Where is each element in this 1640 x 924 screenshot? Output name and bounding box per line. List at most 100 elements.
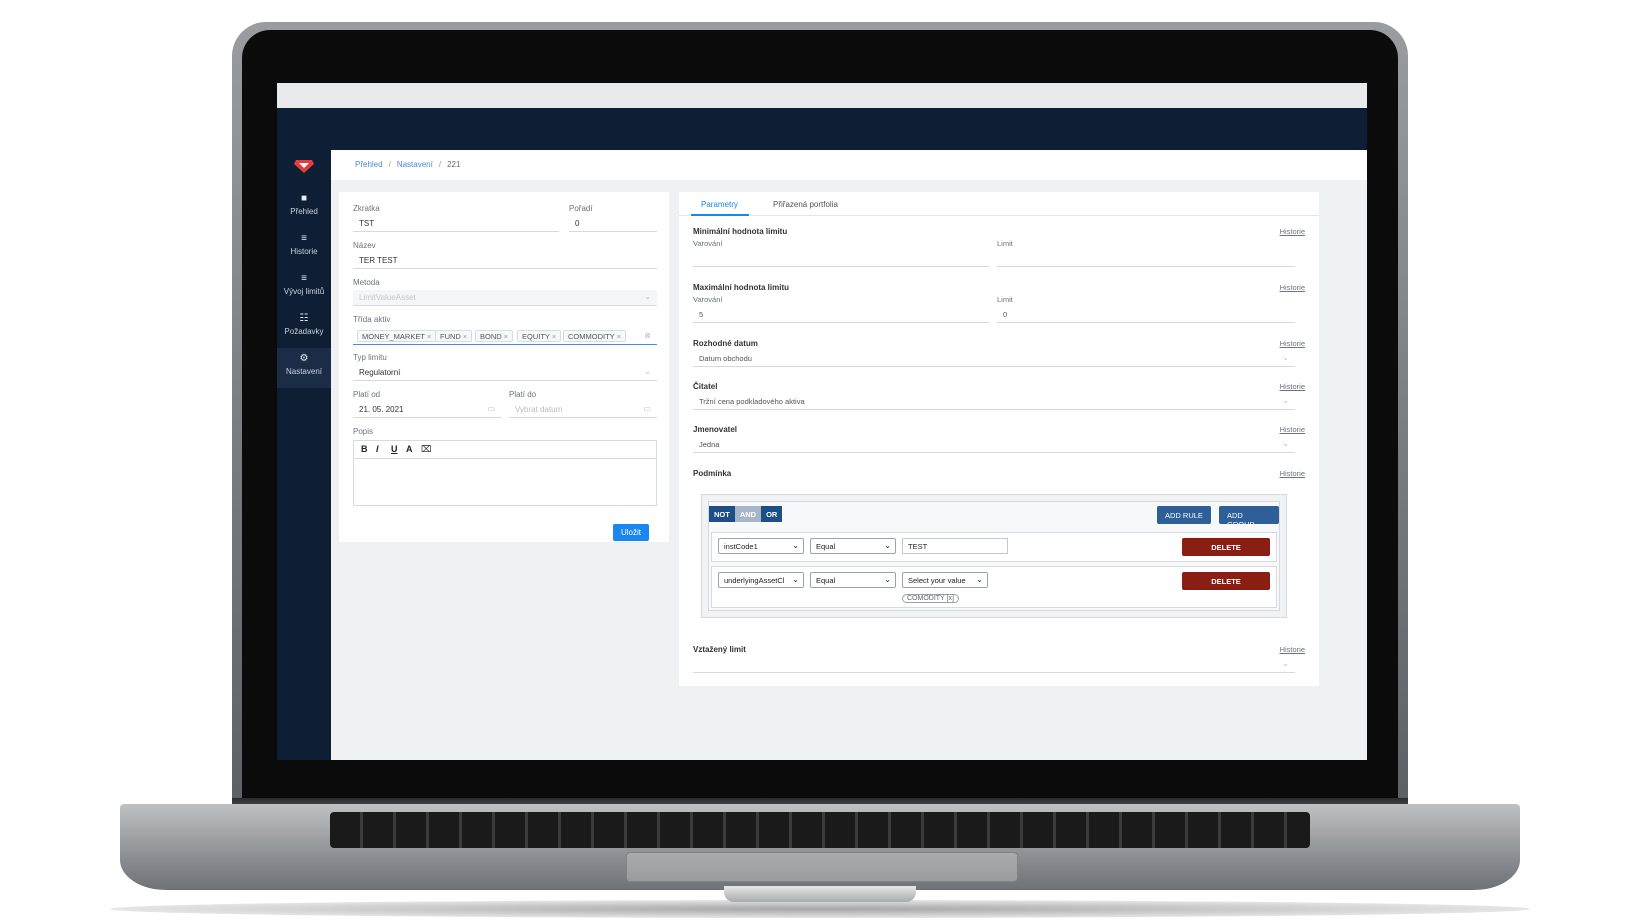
max-warn-input[interactable]: 5 — [693, 307, 989, 323]
clear-icon[interactable]: ⊗ — [644, 331, 651, 340]
plati-od-datepicker[interactable]: 21. 05. 2021 ▭ — [353, 402, 501, 418]
citatel-value: Tržní cena podkladového aktiva — [699, 397, 805, 406]
popis-rich-editor[interactable]: B I U A ⌧ — [353, 440, 657, 506]
value-tag-chip[interactable]: COMODITY [x] — [902, 594, 959, 603]
min-warn-input[interactable] — [693, 251, 989, 267]
rule-field-select[interactable]: underlyingAssetCl ⌄ — [718, 572, 804, 588]
rule-row: underlyingAssetCl ⌄ Equal ⌄ Select your va… — [711, 566, 1277, 608]
trida-aktiv-multiselect[interactable]: MONEY_MARKET × FUND × BOND × EQUITY × COMMOD… — [353, 327, 657, 345]
or-toggle[interactable]: OR — [761, 506, 783, 522]
tag-chip[interactable]: EQUITY × — [517, 330, 562, 342]
sidebar-item-vyvoj-limitu[interactable]: ≡ Vývoj limitů — [277, 268, 331, 308]
citatel-title: Čitatel — [693, 382, 718, 391]
breadcrumb: Přehled / Nastavení/221 — [331, 150, 1367, 180]
jmenovatel-history-link[interactable]: Historie — [1280, 425, 1305, 434]
bold-button[interactable]: B — [361, 444, 368, 454]
query-builder: NOT AND OR ADD RULE ADD GROUP instCode1 ⌄… — [701, 494, 1287, 618]
min-history-link[interactable]: Historie — [1280, 227, 1305, 236]
calendar-icon: ▭ — [487, 404, 495, 413]
clear-format-button[interactable]: ⌧ — [421, 444, 431, 455]
editor-toolbar: B I U A ⌧ — [354, 441, 656, 459]
plati-do-datepicker[interactable]: Vybrat datum ▭ — [509, 402, 657, 418]
metoda-value: LimitValueAsset — [359, 293, 416, 302]
min-section-title: Minimální hodnota limitu — [693, 227, 788, 236]
citatel-select[interactable]: Tržní cena podkladového aktiva ⌄ — [693, 394, 1295, 410]
jmenovatel-select[interactable]: Jedna ⌄ — [693, 437, 1295, 453]
chevron-down-icon: ⌄ — [1282, 396, 1289, 405]
sidebar-item-label: Nastavení — [285, 367, 323, 376]
rule-field-select[interactable]: instCode1 ⌄ — [718, 538, 804, 554]
list-icon: ≡ — [301, 273, 307, 284]
typ-limitu-select[interactable]: Regulatorní ⌄ — [353, 365, 657, 381]
italic-button[interactable]: I — [376, 444, 379, 454]
tag-chip[interactable]: BOND × — [475, 330, 514, 342]
delete-rule-button[interactable]: DELETE — [1182, 538, 1270, 556]
tag-chip[interactable]: COMMODITY × — [563, 330, 627, 342]
zkratka-input[interactable]: TST — [353, 216, 559, 232]
metoda-select: LimitValueAsset ⌄ — [353, 290, 657, 306]
rule-value-input[interactable]: TEST — [902, 538, 1008, 554]
tag-chip[interactable]: MONEY_MARKET × — [357, 330, 437, 342]
chevron-down-icon: ⌄ — [1282, 439, 1289, 448]
podminka-title: Podmínka — [693, 469, 732, 478]
and-toggle[interactable]: AND — [734, 506, 762, 522]
main-content: Přehled / Nastavení/221 Zkratka TST Pořadí… — [331, 150, 1367, 760]
sidebar-item-prehled[interactable]: ■ Přehled — [277, 188, 331, 228]
vztazeny-history-link[interactable]: Historie — [1280, 645, 1305, 654]
underline-button[interactable]: U — [391, 444, 398, 454]
max-limit-label: Limit — [997, 295, 1013, 304]
breadcrumb-link-nastaveni[interactable]: Nastavení — [397, 160, 433, 169]
min-limit-input[interactable] — [997, 251, 1295, 267]
delete-rule-button[interactable]: DELETE — [1182, 572, 1270, 590]
max-section-title: Maximální hodnota limitu — [693, 283, 790, 292]
podminka-history-link[interactable]: Historie — [1280, 469, 1305, 478]
max-history-link[interactable]: Historie — [1280, 283, 1305, 292]
logo-icon[interactable] — [293, 158, 315, 174]
rozhodne-datum-select[interactable]: Datum obchodu ⌄ — [693, 351, 1295, 367]
laptop-notch — [724, 886, 916, 902]
rule-operator-select[interactable]: Equal ⌄ — [810, 538, 896, 554]
sidebar-item-nastaveni[interactable]: ⚙ Nastavení — [277, 348, 331, 388]
tab-prirazena-portfolia[interactable]: Přiřazená portfolia — [773, 200, 838, 209]
sidebar-item-historie[interactable]: ≡ Historie — [277, 228, 331, 268]
add-rule-button[interactable]: ADD RULE — [1157, 506, 1211, 524]
tag-chip[interactable]: FUND × — [435, 330, 473, 342]
laptop-trackpad — [626, 852, 1018, 882]
chevron-down-icon: ⌄ — [884, 575, 891, 584]
top-nav-bar — [277, 108, 1367, 150]
chevron-down-icon: ⌄ — [1282, 659, 1289, 668]
max-warn-label: Varování — [693, 295, 723, 304]
vztazeny-limit-title: Vztažený limit — [693, 645, 746, 654]
close-icon: × — [503, 332, 509, 341]
sidebar-item-pozadavky[interactable]: ☷ Požadavky — [277, 308, 331, 348]
active-tab-indicator — [691, 214, 749, 216]
poradi-input[interactable]: 0 — [569, 216, 657, 232]
chevron-down-icon: ⌄ — [976, 575, 983, 584]
breadcrumb-link-prehled[interactable]: Přehled — [355, 160, 383, 169]
vztazeny-limit-select[interactable]: ⌄ — [693, 657, 1295, 673]
parameters-card: Parametry Přiřazená portfolia Minimální … — [679, 192, 1319, 686]
close-icon: × — [551, 332, 557, 341]
save-button[interactable]: Uložit — [613, 524, 649, 541]
laptop-keyboard — [330, 812, 1310, 848]
popis-label: Popis — [353, 427, 374, 436]
gear-icon: ⚙ — [299, 353, 309, 364]
max-limit-input[interactable]: 0 — [997, 307, 1295, 323]
nazev-input[interactable]: TER TEST — [353, 253, 657, 269]
rule-operator-select[interactable]: Equal ⌄ — [810, 572, 896, 588]
citatel-history-link[interactable]: Historie — [1280, 382, 1305, 391]
rozhodne-history-link[interactable]: Historie — [1280, 339, 1305, 348]
rule-value-select[interactable]: Select your value ⌄ — [902, 572, 988, 588]
plati-do-label: Platí do — [509, 390, 537, 399]
add-group-button[interactable]: ADD GROUP — [1219, 506, 1279, 529]
rule-row: instCode1 ⌄ Equal ⌄ TEST DELETE — [711, 532, 1277, 562]
limit-form-card: Zkratka TST Pořadí 0 Název TER TEST Meto… — [339, 192, 669, 542]
typ-limitu-value: Regulatorní — [359, 368, 401, 377]
tab-bar: Parametry Přiřazená portfolia — [679, 192, 1319, 216]
tab-parametry[interactable]: Parametry — [701, 200, 738, 209]
text-color-button[interactable]: A — [406, 444, 413, 454]
rule-group: NOT AND OR ADD RULE ADD GROUP instCode1 ⌄… — [708, 501, 1280, 611]
sidebar-item-label: Vývoj limitů — [283, 287, 325, 296]
not-toggle[interactable]: NOT — [709, 506, 735, 522]
checklist-icon: ☷ — [299, 313, 309, 324]
